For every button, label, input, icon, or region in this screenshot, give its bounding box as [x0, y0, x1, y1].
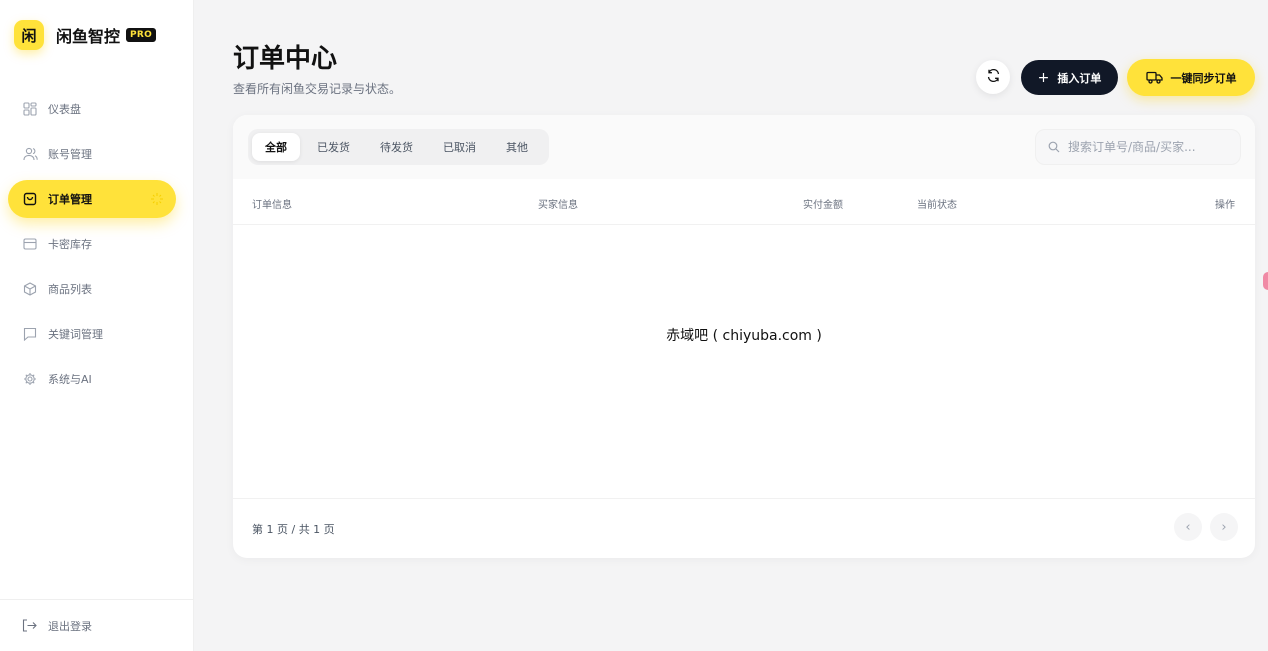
bag-icon [22, 191, 38, 207]
users-icon [22, 146, 38, 162]
truck-icon [1145, 71, 1163, 84]
plus-icon: + [1037, 69, 1050, 86]
tab-shipped[interactable]: 已发货 [304, 133, 363, 161]
refresh-button[interactable] [976, 60, 1010, 94]
brand-logo: 闲 [14, 20, 44, 50]
search-icon [1048, 138, 1060, 157]
column-header-amount-paid: 实付金额 [803, 200, 843, 211]
tab-pending-shipment[interactable]: 待发货 [367, 133, 426, 161]
page-info: 第 1 页 / 共 1 页 [252, 523, 335, 536]
insert-order-button[interactable]: + 插入订单 [1021, 60, 1118, 95]
gear-icon [22, 371, 38, 387]
sync-orders-button[interactable]: 一键同步订单 [1127, 59, 1255, 96]
column-header-buyer-info: 买家信息 [538, 200, 578, 211]
sidebar: 闲 闲鱼智控 PRO 仪表盘 账号管理 订单管理 卡密库存 商品列表 关键词管理… [0, 0, 194, 651]
sidebar-item-card-inventory[interactable]: 卡密库存 [8, 225, 176, 263]
message-icon [22, 326, 38, 342]
logout-icon [22, 618, 38, 634]
box-icon [22, 281, 38, 297]
prev-page-button[interactable]: ‹ [1174, 513, 1202, 541]
orders-card: 全部 已发货 待发货 已取消 其他 订单信息 买家信息 实付金额 当前状态 操作… [233, 115, 1255, 558]
tab-cancelled[interactable]: 已取消 [430, 133, 489, 161]
table-body: 赤域吧 ( chiyuba.com ) [233, 225, 1255, 499]
refresh-icon [986, 68, 1001, 87]
status-tabs: 全部 已发货 待发货 已取消 其他 [248, 129, 549, 165]
card-icon [22, 236, 38, 252]
card-toolbar: 全部 已发货 待发货 已取消 其他 [233, 115, 1255, 179]
logout-label: 退出登录 [48, 619, 92, 633]
sparkle-icon [150, 192, 164, 209]
sidebar-item-system-ai[interactable]: 系统与AI [8, 360, 176, 398]
column-header-actions: 操作 [1215, 200, 1235, 211]
chevron-left-icon: ‹ [1185, 519, 1191, 535]
sidebar-item-label: 订单管理 [48, 193, 92, 206]
grid-icon [22, 101, 38, 117]
pagination-bar: 第 1 页 / 共 1 页 ‹ › [233, 499, 1255, 558]
sidebar-item-label: 系统与AI [48, 373, 92, 386]
sidebar-item-dashboard[interactable]: 仪表盘 [8, 90, 176, 128]
page-subtitle: 查看所有闲鱼交易记录与状态。 [233, 82, 402, 96]
chevron-right-icon: › [1221, 519, 1227, 535]
sidebar-item-accounts[interactable]: 账号管理 [8, 135, 176, 173]
brand[interactable]: 闲 闲鱼智控 PRO [14, 20, 157, 50]
tab-other[interactable]: 其他 [493, 133, 541, 161]
sidebar-item-label: 关键词管理 [48, 328, 103, 341]
column-header-order-info: 订单信息 [252, 200, 292, 211]
sidebar-item-label: 卡密库存 [48, 238, 92, 251]
table-header: 订单信息 买家信息 实付金额 当前状态 操作 [233, 179, 1255, 225]
page-title: 订单中心 [233, 44, 338, 74]
sidebar-item-label: 商品列表 [48, 283, 92, 296]
sidebar-item-label: 仪表盘 [48, 103, 81, 116]
sidebar-item-products[interactable]: 商品列表 [8, 270, 176, 308]
search-input[interactable] [1068, 140, 1228, 154]
brand-name: 闲鱼智控 [56, 27, 121, 46]
sidebar-item-label: 账号管理 [48, 148, 92, 161]
next-page-button[interactable]: › [1210, 513, 1238, 541]
insert-order-label: 插入订单 [1057, 71, 1102, 85]
column-header-status: 当前状态 [917, 200, 957, 211]
pro-badge: PRO [126, 28, 157, 42]
empty-state-text: 赤域吧 ( chiyuba.com ) [666, 328, 822, 344]
sidebar-item-keywords[interactable]: 关键词管理 [8, 315, 176, 353]
tab-all[interactable]: 全部 [252, 133, 300, 161]
edge-handle[interactable] [1263, 272, 1268, 290]
sync-orders-label: 一键同步订单 [1170, 71, 1237, 85]
search-box [1035, 129, 1241, 165]
logout-button[interactable]: 退出登录 [0, 599, 194, 651]
sidebar-nav: 仪表盘 账号管理 订单管理 卡密库存 商品列表 关键词管理 系统与AI [8, 90, 176, 405]
sidebar-item-orders[interactable]: 订单管理 [8, 180, 176, 218]
